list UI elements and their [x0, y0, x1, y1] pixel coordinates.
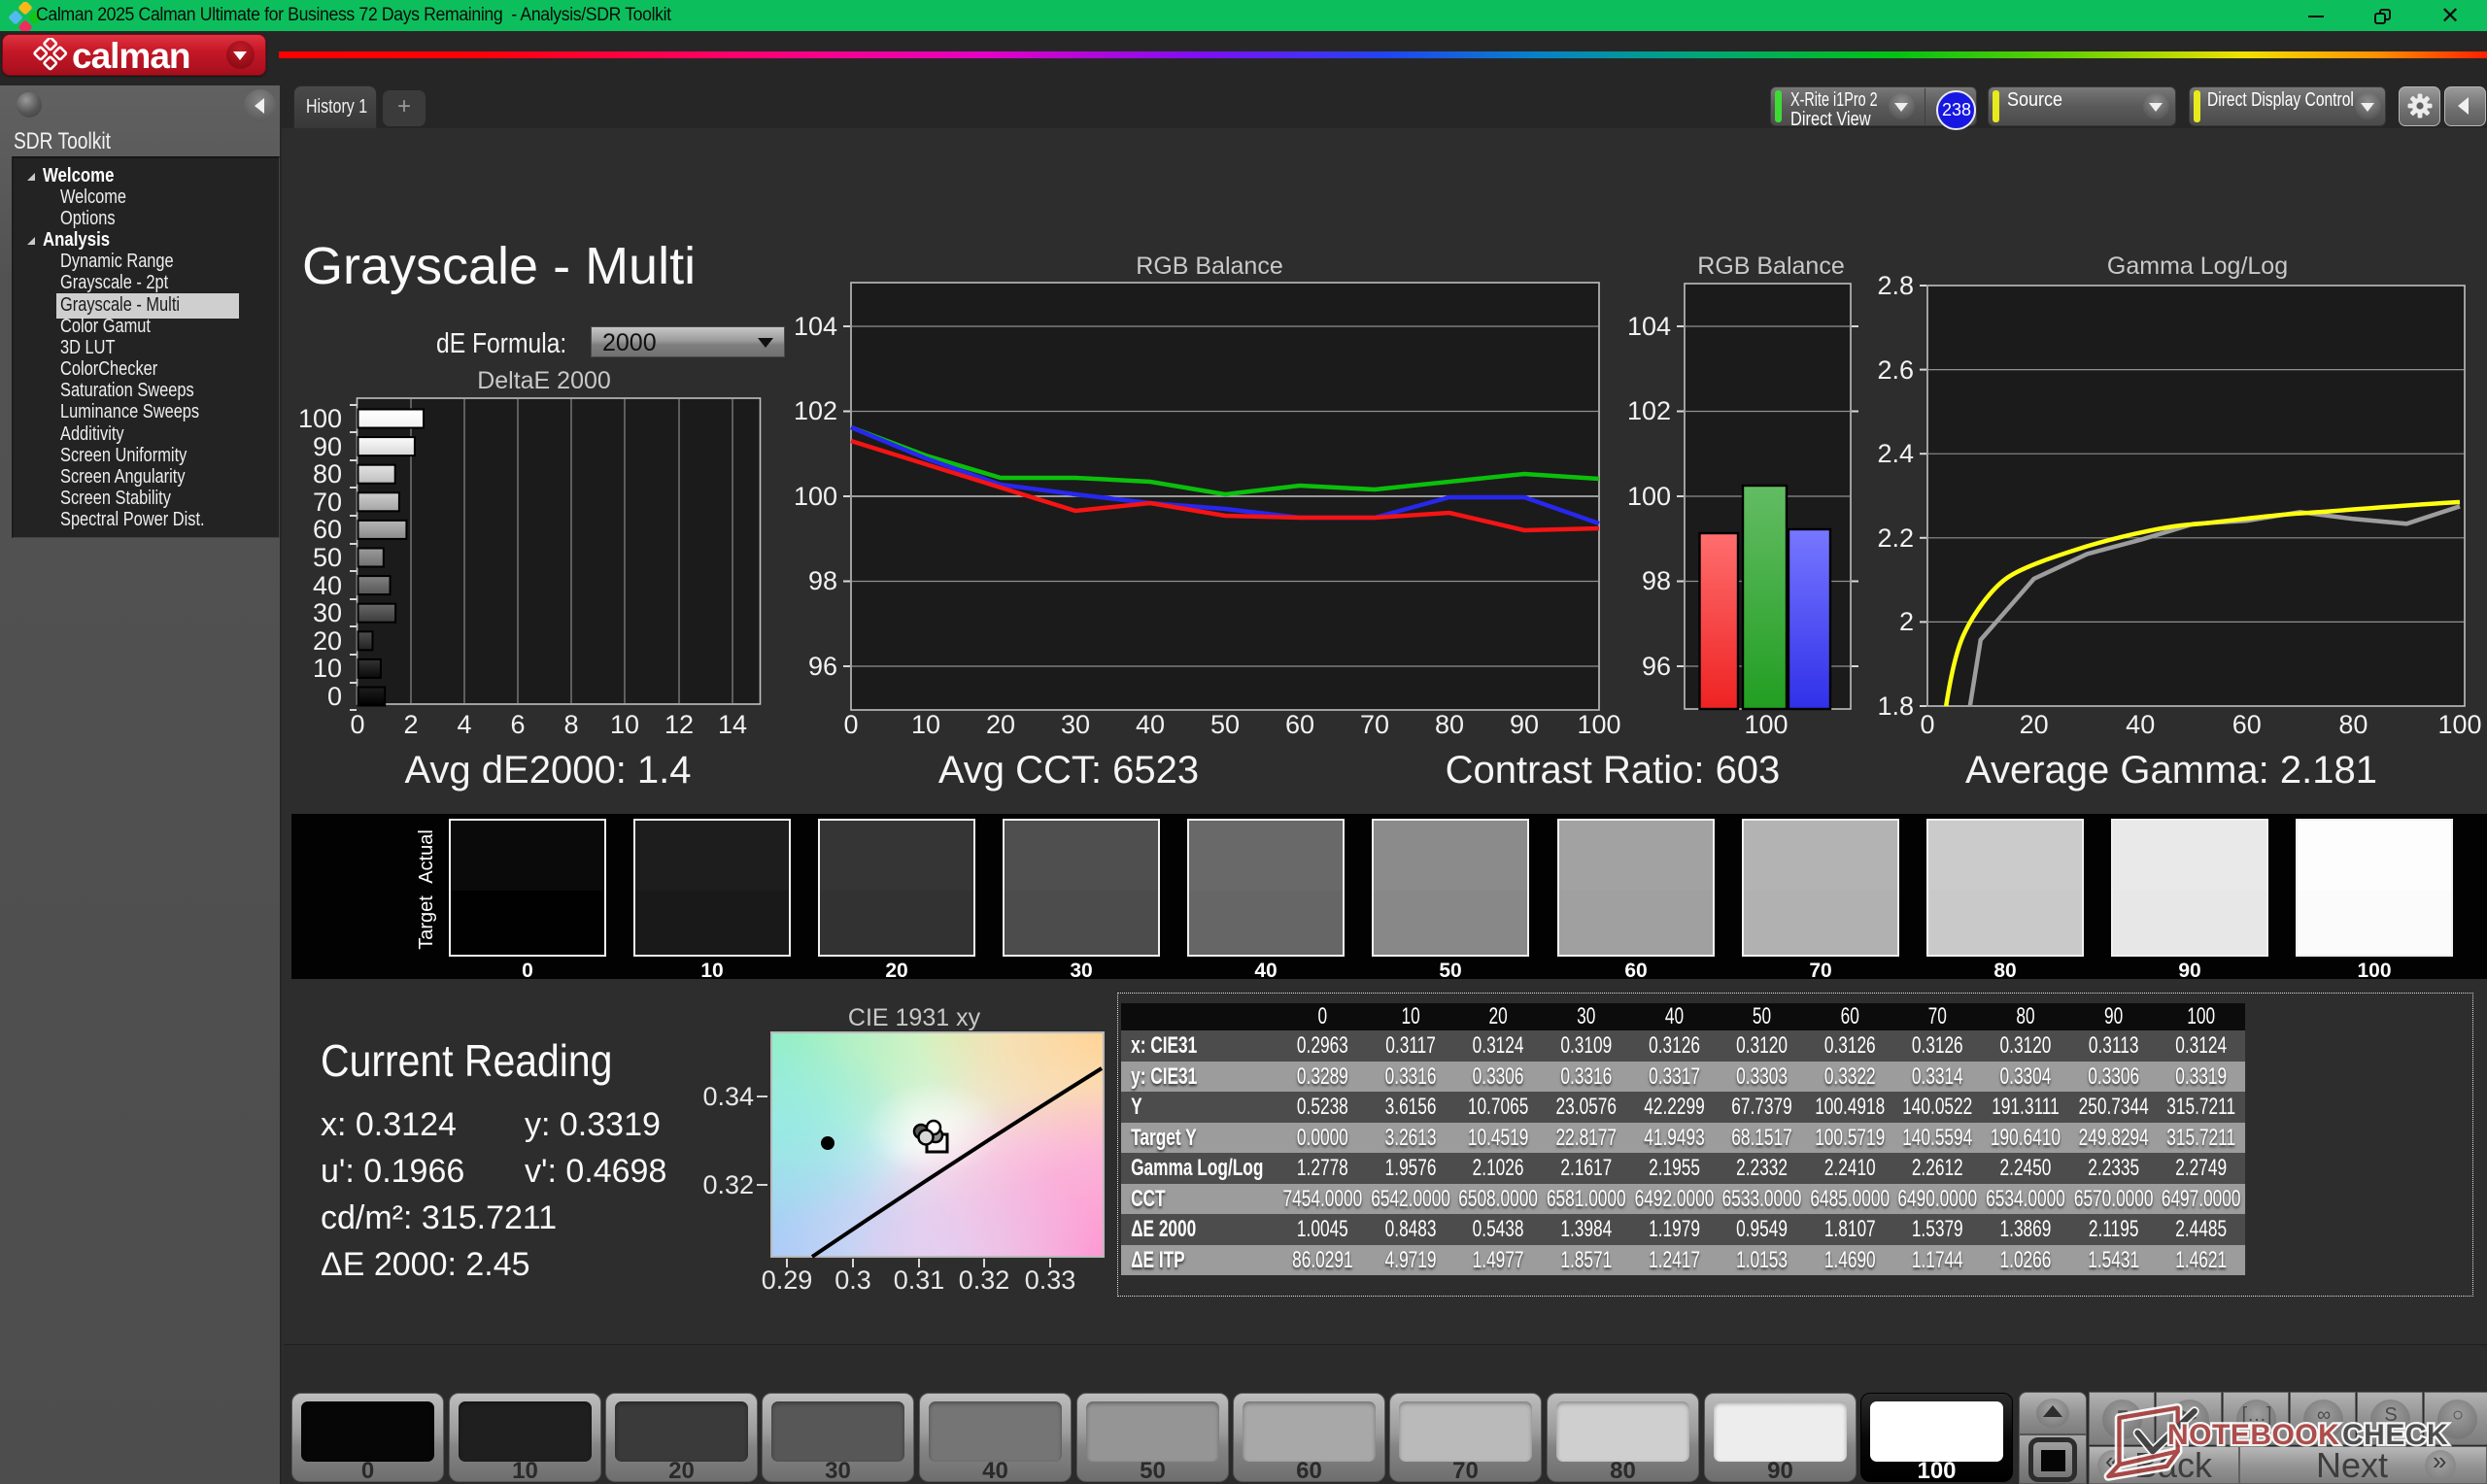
svg-text:100: 100 [1627, 482, 1671, 511]
svg-text:30: 30 [313, 598, 342, 627]
svg-text:Contrast Ratio: 603: Contrast Ratio: 603 [1446, 749, 1781, 792]
svg-text:Avg dE2000: 1.4: Avg dE2000: 1.4 [404, 749, 691, 792]
svg-text:0: 0 [1920, 710, 1934, 739]
svg-text:14: 14 [718, 710, 747, 739]
svg-text:50: 50 [1210, 710, 1240, 739]
svg-text:2.8: 2.8 [1877, 271, 1914, 300]
svg-text:90: 90 [313, 432, 342, 461]
svg-text:40: 40 [1136, 710, 1165, 739]
svg-text:0: 0 [843, 710, 858, 739]
svg-text:70: 70 [313, 488, 342, 517]
svg-text:80: 80 [313, 459, 342, 489]
svg-text:40: 40 [313, 571, 342, 600]
svg-text:RGB Balance: RGB Balance [1697, 253, 1844, 280]
svg-text:0.33: 0.33 [1025, 1265, 1076, 1295]
svg-text:20: 20 [2020, 710, 2049, 739]
svg-text:0.31: 0.31 [894, 1265, 945, 1295]
svg-text:12: 12 [664, 710, 694, 739]
svg-text:2.2: 2.2 [1877, 523, 1914, 553]
svg-text:10: 10 [610, 710, 639, 739]
svg-text:98: 98 [1642, 566, 1671, 595]
svg-text:102: 102 [1627, 396, 1671, 425]
svg-text:10: 10 [911, 710, 940, 739]
svg-text:DeltaE 2000: DeltaE 2000 [477, 367, 611, 394]
svg-text:100: 100 [298, 404, 342, 433]
svg-text:0.32: 0.32 [959, 1265, 1010, 1295]
svg-text:30: 30 [1061, 710, 1090, 739]
svg-text:20: 20 [313, 626, 342, 656]
svg-text:0.3: 0.3 [835, 1265, 871, 1295]
svg-text:RGB Balance: RGB Balance [1136, 253, 1282, 280]
svg-text:1.8: 1.8 [1877, 691, 1914, 721]
svg-text:0.32: 0.32 [702, 1170, 754, 1199]
svg-text:102: 102 [794, 396, 837, 425]
svg-text:Average Gamma: 2.181: Average Gamma: 2.181 [1965, 749, 2377, 792]
svg-text:NOTEBOOK: NOTEBOOK [2167, 1419, 2339, 1451]
svg-text:8: 8 [563, 710, 578, 739]
svg-text:2: 2 [1899, 607, 1914, 636]
svg-text:70: 70 [1360, 710, 1389, 739]
svg-text:0: 0 [327, 682, 342, 711]
svg-text:Avg CCT: 6523: Avg CCT: 6523 [938, 749, 1199, 792]
svg-text:4: 4 [457, 710, 471, 739]
svg-text:CIE 1931 xy: CIE 1931 xy [848, 1004, 981, 1031]
svg-text:80: 80 [2338, 710, 2368, 739]
svg-text:104: 104 [1627, 312, 1671, 341]
svg-text:2.4: 2.4 [1877, 439, 1914, 468]
svg-text:100: 100 [1577, 710, 1620, 739]
svg-text:CHECK: CHECK [2342, 1419, 2448, 1451]
svg-text:10: 10 [313, 654, 342, 683]
svg-text:0.34: 0.34 [702, 1082, 754, 1111]
svg-text:100: 100 [794, 482, 837, 511]
svg-text:100: 100 [1744, 710, 1788, 739]
svg-text:60: 60 [313, 515, 342, 544]
svg-text:6: 6 [510, 710, 525, 739]
svg-text:2.6: 2.6 [1877, 355, 1914, 385]
svg-text:96: 96 [1642, 652, 1671, 681]
svg-text:40: 40 [2126, 710, 2155, 739]
svg-text:0: 0 [350, 710, 364, 739]
svg-text:104: 104 [794, 312, 837, 341]
svg-text:0.29: 0.29 [762, 1265, 813, 1295]
svg-text:20: 20 [986, 710, 1015, 739]
svg-text:96: 96 [808, 652, 837, 681]
svg-text:60: 60 [1285, 710, 1314, 739]
svg-text:2: 2 [403, 710, 418, 739]
svg-text:100: 100 [2437, 710, 2481, 739]
svg-text:60: 60 [2232, 710, 2262, 739]
svg-text:Gamma Log/Log: Gamma Log/Log [2107, 253, 2288, 280]
svg-text:90: 90 [1510, 710, 1539, 739]
svg-text:98: 98 [808, 566, 837, 595]
svg-text:80: 80 [1435, 710, 1464, 739]
svg-text:50: 50 [313, 543, 342, 572]
